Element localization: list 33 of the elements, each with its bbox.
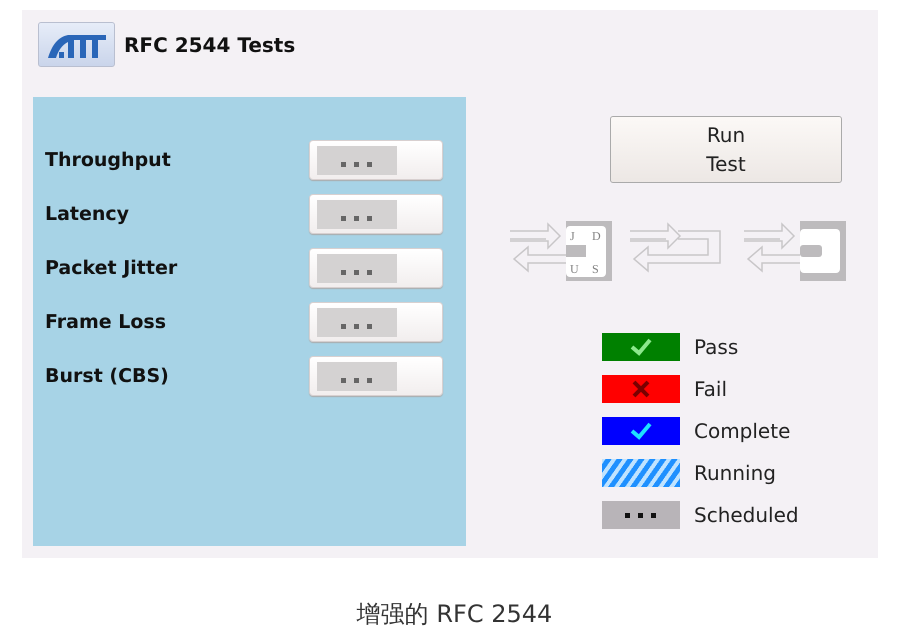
test-label: Latency <box>45 203 130 225</box>
loopback-letter: D <box>592 229 601 243</box>
dots-icon <box>340 215 374 221</box>
test-label: Burst (CBS) <box>45 365 170 387</box>
test-status-button[interactable] <box>309 356 443 396</box>
loopback-letter: S <box>592 262 599 276</box>
caption: 增强的 RFC 2544 <box>356 600 552 628</box>
test-status-button[interactable] <box>309 140 443 180</box>
test-label: Frame Loss <box>45 311 168 333</box>
loopback-letter: J <box>570 229 575 243</box>
check-icon <box>629 337 653 357</box>
logo-button[interactable] <box>38 22 115 67</box>
test-label: Packet Jitter <box>45 257 178 279</box>
dots-icon <box>340 269 374 275</box>
dots-icon <box>340 377 374 383</box>
loopback-letter: U <box>570 262 579 276</box>
legend-label: Scheduled <box>694 503 799 527</box>
legend-label: Running <box>694 461 776 485</box>
legend-label: Complete <box>694 419 790 443</box>
test-status-button[interactable] <box>309 194 443 234</box>
loopback-icon <box>742 219 848 283</box>
legend-label: Fail <box>694 377 728 401</box>
test-status-button[interactable] <box>309 248 443 288</box>
window-title: RFC 2544 Tests <box>124 32 296 56</box>
check-icon <box>629 421 653 441</box>
legend-label: Pass <box>694 335 738 359</box>
dots-icon <box>624 512 658 518</box>
dots-icon <box>340 161 374 167</box>
run-test-button[interactable]: Run Test <box>610 116 842 183</box>
dots-icon <box>340 323 374 329</box>
test-status-button[interactable] <box>309 302 443 342</box>
test-label: Throughput <box>45 149 172 171</box>
cross-icon <box>631 379 651 399</box>
